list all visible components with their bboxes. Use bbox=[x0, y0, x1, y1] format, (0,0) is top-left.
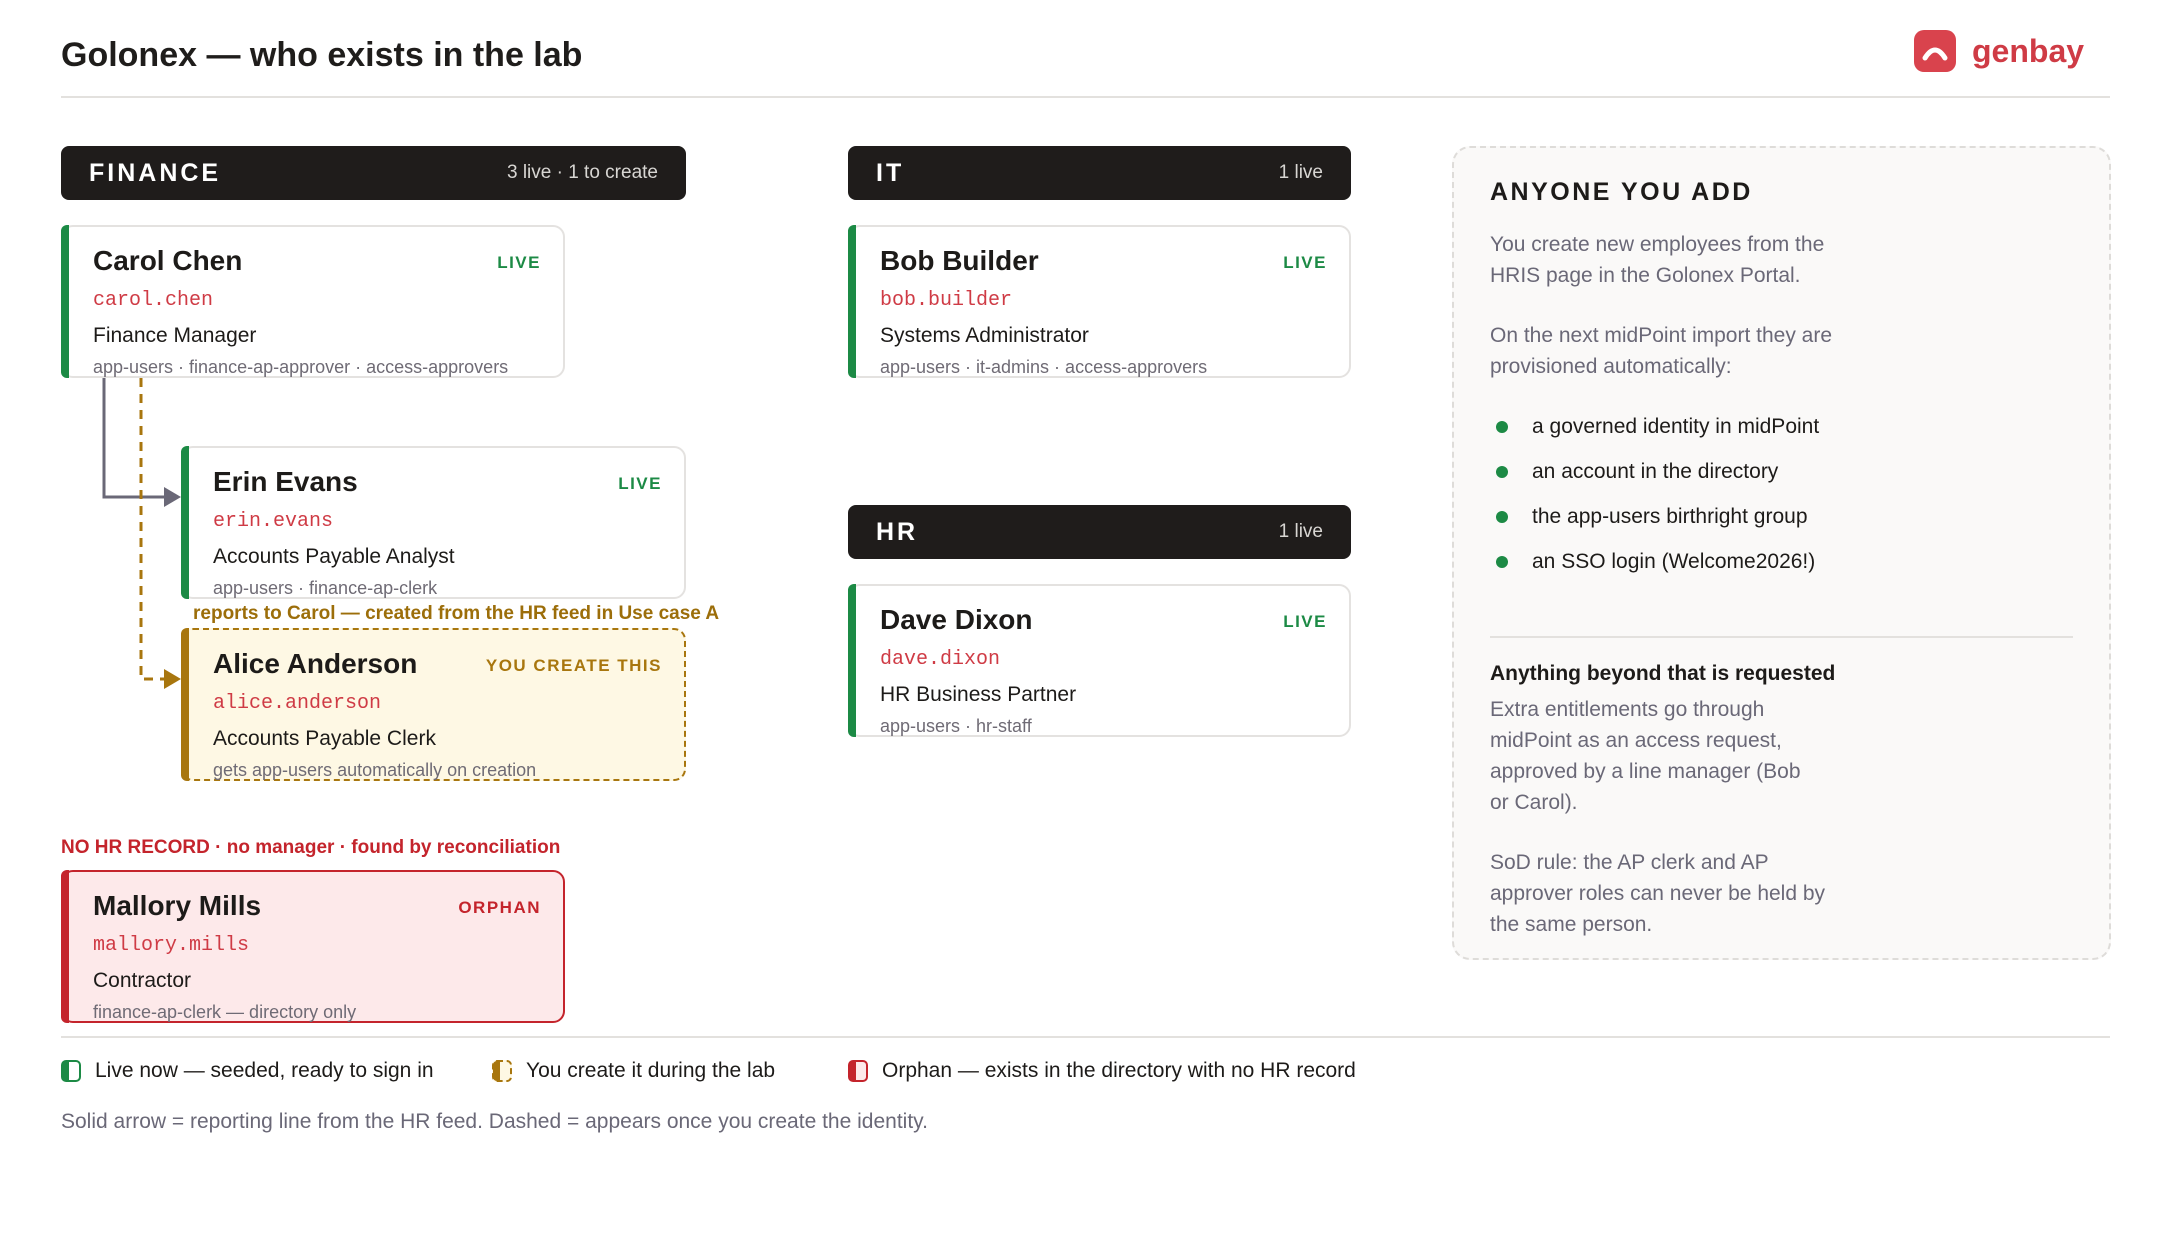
person-groups: app-users · it-admins · access-approvers bbox=[880, 357, 1208, 377]
legend-live: Live now — seeded, ready to sign in bbox=[61, 1059, 434, 1083]
person-groups: app-users · hr-staff bbox=[880, 716, 1032, 736]
person-role: Accounts Payable Clerk bbox=[213, 727, 436, 750]
person-role: Finance Manager bbox=[93, 324, 257, 347]
person-card-alice-anderson[interactable]: Alice Anderson YOU CREATE THIS alice.and… bbox=[181, 628, 686, 781]
panel-divider bbox=[1490, 636, 2073, 638]
person-name: Dave Dixon bbox=[880, 604, 1033, 635]
list-item: the app-users birthright group bbox=[1490, 494, 2073, 539]
note-mallory: NO HR RECORD · no manager · found by rec… bbox=[61, 837, 561, 858]
legend-label: Orphan — exists in the directory with no… bbox=[882, 1059, 1356, 1082]
person-login: erin.evans bbox=[213, 510, 334, 533]
person-name: Bob Builder bbox=[880, 245, 1039, 276]
legend-live-swatch-icon bbox=[61, 1060, 81, 1082]
panel-intro: You create new employees from the HRIS p… bbox=[1490, 233, 1825, 287]
status-badge: LIVE bbox=[1283, 253, 1327, 272]
person-name: Erin Evans bbox=[213, 466, 358, 497]
panel-next: On the next midPoint import they are pro… bbox=[1490, 324, 1832, 378]
legend-caption: Solid arrow = reporting line from the HR… bbox=[61, 1110, 928, 1133]
legend-divider bbox=[61, 1036, 2110, 1038]
status-badge: LIVE bbox=[497, 253, 541, 272]
legend-label: You create it during the lab bbox=[526, 1059, 776, 1082]
person-card-bob-builder[interactable]: Bob Builder LIVE bob.builder Systems Adm… bbox=[848, 225, 1351, 378]
person-card-dave-dixon[interactable]: Dave Dixon LIVE dave.dixon HR Business P… bbox=[848, 584, 1351, 737]
status-badge: LIVE bbox=[1283, 612, 1327, 631]
person-login: bob.builder bbox=[880, 289, 1013, 312]
legend-orphan-swatch-icon bbox=[848, 1060, 868, 1082]
panel-title: ANYONE YOU ADD bbox=[1490, 178, 1753, 206]
person-card-carol-chen[interactable]: Carol Chen LIVE carol.chen Finance Manag… bbox=[61, 225, 565, 378]
status-badge: ORPHAN bbox=[458, 898, 541, 917]
legend-orphan: Orphan — exists in the directory with no… bbox=[848, 1059, 1356, 1083]
person-role: Accounts Payable Analyst bbox=[213, 545, 455, 568]
person-login: alice.anderson bbox=[213, 692, 382, 715]
panel-beyond-text: Extra entitlements go through midPoint a… bbox=[1490, 698, 1801, 814]
list-item: an account in the directory bbox=[1490, 449, 2073, 494]
legend-create-swatch-icon bbox=[492, 1060, 512, 1082]
person-groups: gets app-users automatically on creation bbox=[213, 760, 537, 780]
person-card-erin-evans[interactable]: Erin Evans LIVE erin.evans Accounts Paya… bbox=[181, 446, 686, 599]
person-groups: finance-ap-clerk — directory only bbox=[93, 1002, 357, 1022]
status-badge: LIVE bbox=[618, 474, 662, 493]
person-login: dave.dixon bbox=[880, 648, 1001, 671]
person-login: carol.chen bbox=[93, 289, 214, 312]
panel-subheading: Anything beyond that is requested bbox=[1490, 662, 1836, 685]
person-login: mallory.mills bbox=[93, 934, 250, 957]
person-role: Contractor bbox=[93, 969, 192, 992]
list-item: a governed identity in midPoint bbox=[1490, 404, 2073, 449]
list-item: an SSO login (Welcome2026!) bbox=[1490, 539, 2073, 584]
panel-sod-rule: SoD rule: the AP clerk and AP approver r… bbox=[1490, 851, 1826, 936]
person-groups: app-users · finance-ap-approver · access… bbox=[93, 357, 509, 377]
legend-label: Live now — seeded, ready to sign in bbox=[95, 1059, 434, 1082]
info-panel: ANYONE YOU ADD You create new employees … bbox=[1452, 146, 2111, 960]
person-groups: app-users · finance-ap-clerk bbox=[213, 578, 438, 598]
person-role: Systems Administrator bbox=[880, 324, 1089, 347]
reporting-line-carol-alice bbox=[139, 378, 181, 689]
person-role: HR Business Partner bbox=[880, 683, 1077, 706]
provisioning-list: a governed identity in midPoint an accou… bbox=[1490, 404, 2073, 584]
legend-create: You create it during the lab bbox=[492, 1059, 775, 1083]
status-badge: YOU CREATE THIS bbox=[485, 656, 662, 675]
person-card-mallory-mills[interactable]: Mallory Mills ORPHAN mallory.mills Contr… bbox=[61, 870, 565, 1023]
note-alice: reports to Carol — created from the HR f… bbox=[193, 603, 720, 624]
person-name: Carol Chen bbox=[93, 245, 243, 276]
